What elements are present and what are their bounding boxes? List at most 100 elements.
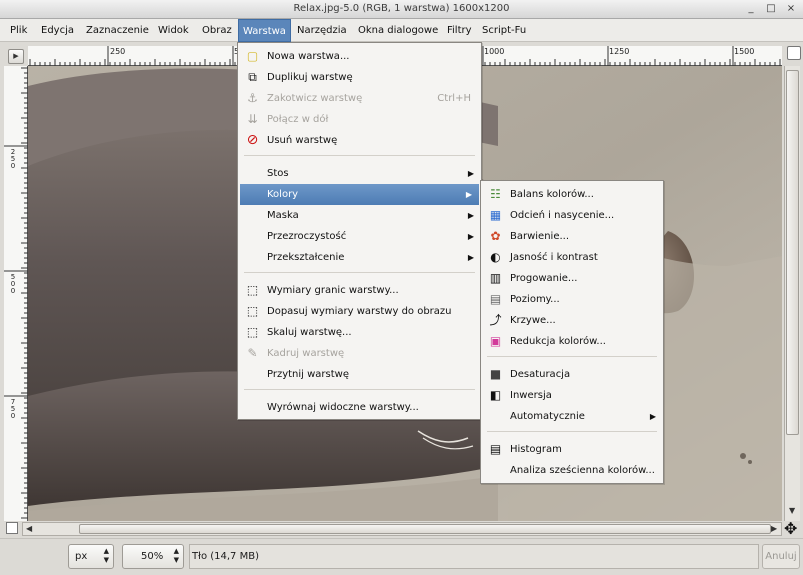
submenu-arrow-icon: ▶ xyxy=(465,190,472,199)
histogram-icon: ▤ xyxy=(489,442,502,456)
menu-item-stack[interactable]: Stos ▶ xyxy=(238,163,481,184)
menu-item-colors[interactable]: Kolory ▶ xyxy=(240,184,479,205)
menu-item-flatten-visible[interactable]: Wyrównaj widoczne warstwy... xyxy=(238,397,481,418)
menu-item-color-cube-analysis[interactable]: Analiza sześcienna kolorów... xyxy=(481,460,663,481)
submenu-arrow-icon: ▶ xyxy=(467,169,474,178)
status-bar: px ▲ ▼ 50% ▲ ▼ Tło (14,7 MB) Anuluj xyxy=(0,538,803,575)
menu-view[interactable]: Widok xyxy=(154,19,193,42)
ruler-label: 1500 xyxy=(734,47,755,56)
scroll-right-icon[interactable]: ▶ xyxy=(771,524,777,533)
menu-bar: Plik Edycja Zaznaczenie Widok Obraz Wars… xyxy=(0,19,803,42)
close-button[interactable]: × xyxy=(784,2,798,16)
quick-mask-icon[interactable] xyxy=(6,522,18,534)
menu-item-new-layer[interactable]: ▢ Nowa warstwa... xyxy=(238,46,481,67)
spin-arrows-icon: ▲ ▼ xyxy=(173,547,179,564)
ruler-label: 250 xyxy=(110,47,126,56)
menu-item-layer-boundary-size[interactable]: ⬚ Wymiary granic warstwy... xyxy=(238,280,481,301)
menu-item-brightness-contrast[interactable]: ◐ Jasność i kontrast xyxy=(481,247,663,268)
menu-item-auto[interactable]: Automatycznie ▶ xyxy=(481,406,663,427)
menu-item-autocrop-layer[interactable]: Przytnij warstwę xyxy=(238,364,481,385)
levels-icon: ▤ xyxy=(489,292,502,306)
title-bar: Relax.jpg-5.0 (RGB, 1 warstwa) 1600x1200… xyxy=(0,0,803,19)
menu-item-posterize[interactable]: ▣ Redukcja kolorów... xyxy=(481,331,663,352)
colorize-icon: ✿ xyxy=(490,229,501,243)
menu-item-delete-layer[interactable]: ⊘ Usuń warstwę xyxy=(238,130,481,151)
ruler-label: 1000 xyxy=(484,47,505,56)
anchor-icon: ⚓ xyxy=(247,91,258,105)
menu-item-anchor-layer[interactable]: ⚓ Zakotwicz warstwę Ctrl+H xyxy=(238,88,481,109)
horizontal-scroll-thumb[interactable] xyxy=(79,524,771,534)
submenu-arrow-icon: ▶ xyxy=(467,211,474,220)
ruler-label: 750 xyxy=(10,398,16,420)
menu-item-merge-down[interactable]: ⇊ Połącz w dół xyxy=(238,109,481,130)
menu-tools[interactable]: Narzędzia xyxy=(293,19,351,42)
window-title: Relax.jpg-5.0 (RGB, 1 warstwa) 1600x1200 xyxy=(293,3,510,14)
menu-item-histogram[interactable]: ▤ Histogram xyxy=(481,439,663,460)
vertical-scrollbar[interactable]: ▼ xyxy=(784,66,800,521)
menu-item-threshold[interactable]: ▥ Progowanie... xyxy=(481,268,663,289)
submenu-arrow-icon: ▶ xyxy=(649,412,656,421)
menu-image[interactable]: Obraz xyxy=(198,19,236,42)
menu-dialogs[interactable]: Okna dialogowe xyxy=(354,19,442,42)
scale-layer-icon: ⬚ xyxy=(246,325,259,339)
vertical-scroll-thumb[interactable] xyxy=(786,70,799,435)
zoom-value: 50% xyxy=(141,551,164,562)
submenu-arrow-icon: ▶ xyxy=(467,232,474,241)
unit-selector[interactable]: px ▲ ▼ xyxy=(68,544,114,569)
menu-script-fu[interactable]: Script-Fu xyxy=(478,19,530,42)
menu-separator xyxy=(487,431,657,432)
menu-file[interactable]: Plik xyxy=(6,19,31,42)
invert-icon: ◧ xyxy=(489,388,502,402)
scroll-down-icon[interactable]: ▼ xyxy=(789,506,795,515)
navigate-move-icon[interactable]: ✥ xyxy=(784,519,797,538)
layer-menu: ▢ Nowa warstwa... ⧉ Duplikuj warstwę ⚓ Z… xyxy=(237,42,482,420)
desaturate-icon: ■ xyxy=(489,367,502,381)
layer-to-image-icon: ⬚ xyxy=(246,304,259,318)
menu-item-levels[interactable]: ▤ Poziomy... xyxy=(481,289,663,310)
posterize-icon: ▣ xyxy=(489,334,502,348)
crop-layer-icon: ✎ xyxy=(247,346,258,360)
menu-item-scale-layer[interactable]: ⬚ Skaluj warstwę... xyxy=(238,322,481,343)
menu-item-layer-to-image-size[interactable]: ⬚ Dopasuj wymiary warstwy do obrazu xyxy=(238,301,481,322)
ruler-ticks xyxy=(4,67,28,519)
zoom-selector[interactable]: 50% ▲ ▼ xyxy=(122,544,184,569)
image-menu-button[interactable]: ▶ xyxy=(8,49,24,64)
menu-separator xyxy=(244,389,475,390)
menu-item-colorize[interactable]: ✿ Barwienie... xyxy=(481,226,663,247)
vertical-ruler[interactable]: 250 500 750 xyxy=(4,66,28,521)
merge-down-icon: ⇊ xyxy=(247,112,258,126)
menu-item-mask[interactable]: Maska ▶ xyxy=(238,205,481,226)
menu-filters[interactable]: Filtry xyxy=(443,19,476,42)
shortcut-label: Ctrl+H xyxy=(437,93,471,104)
menu-item-hue-saturation[interactable]: ▦ Odcień i nasycenie... xyxy=(481,205,663,226)
scroll-left-icon[interactable]: ◀ xyxy=(26,524,32,533)
unit-value: px xyxy=(75,551,88,562)
colors-submenu: ☷ Balans kolorów... ▦ Odcień i nasycenie… xyxy=(480,180,664,484)
menu-item-transform[interactable]: Przekształcenie ▶ xyxy=(238,247,481,268)
navigate-icon[interactable] xyxy=(787,46,801,60)
menu-select[interactable]: Zaznaczenie xyxy=(82,19,153,42)
menu-item-color-balance[interactable]: ☷ Balans kolorów... xyxy=(481,184,663,205)
maximize-button[interactable]: □ xyxy=(764,2,778,16)
menu-edit[interactable]: Edycja xyxy=(37,19,78,42)
menu-item-duplicate-layer[interactable]: ⧉ Duplikuj warstwę xyxy=(238,67,481,88)
hue-saturation-icon: ▦ xyxy=(489,208,502,222)
ruler-label: 1250 xyxy=(609,47,630,56)
horizontal-scrollbar[interactable]: ◀ ▶ xyxy=(22,522,782,536)
menu-layer[interactable]: Warstwa xyxy=(238,19,291,42)
ruler-label: 250 xyxy=(10,148,16,170)
menu-item-curves[interactable]: ⤴ Krzywe... xyxy=(481,310,663,331)
menu-item-invert[interactable]: ◧ Inwersja xyxy=(481,385,663,406)
duplicate-icon: ⧉ xyxy=(248,70,257,84)
minimize-button[interactable]: _ xyxy=(744,2,758,16)
menu-separator xyxy=(244,155,475,156)
menu-separator xyxy=(244,272,475,273)
layer-boundary-icon: ⬚ xyxy=(246,283,259,297)
submenu-arrow-icon: ▶ xyxy=(467,253,474,262)
spin-arrows-icon: ▲ ▼ xyxy=(103,547,109,564)
menu-item-desaturate[interactable]: ■ Desaturacja xyxy=(481,364,663,385)
cancel-button[interactable]: Anuluj xyxy=(762,544,800,569)
gimp-window: Relax.jpg-5.0 (RGB, 1 warstwa) 1600x1200… xyxy=(0,0,803,575)
menu-item-crop-layer[interactable]: ✎ Kadruj warstwę xyxy=(238,343,481,364)
menu-item-transparency[interactable]: Przezroczystość ▶ xyxy=(238,226,481,247)
